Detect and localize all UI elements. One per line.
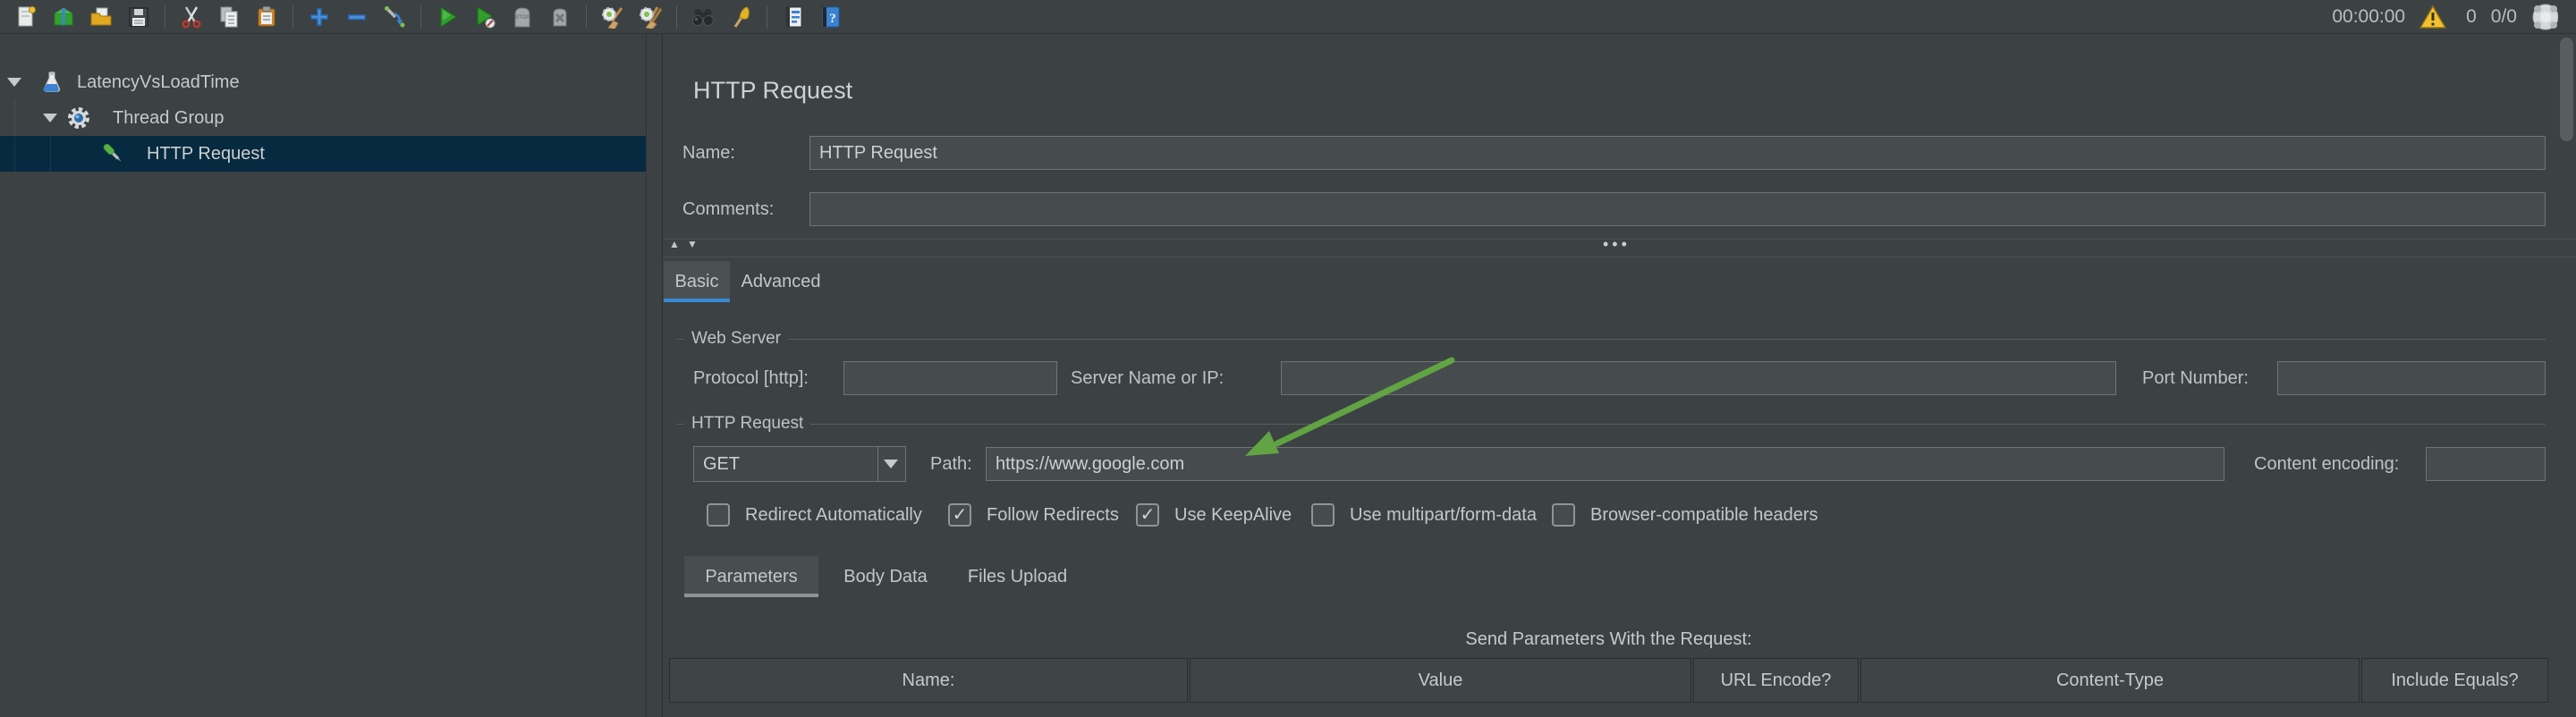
server-name-input[interactable] [1281,361,2116,395]
browser-headers-checkbox[interactable] [1552,503,1575,527]
tab-advanced[interactable]: Advanced [730,261,832,302]
vertical-scrollbar[interactable] [2560,38,2573,141]
redirect-automatically-checkbox[interactable] [707,503,730,527]
httprequest-legend: HTTP Request [684,414,810,434]
tab-body-data[interactable]: Body Data [827,556,944,597]
users-icon [2531,4,2558,30]
tree-item-thread-group[interactable]: Thread Group [0,100,646,136]
cut-icon[interactable] [178,4,205,30]
save-icon[interactable] [125,4,152,30]
page-title: HTTP Request [693,77,852,105]
jmeter-window: STOP ? 00:00:00 0 [0,0,2576,717]
tree-indent-guide [14,100,15,172]
column-header-url-encode[interactable]: URL Encode? [1693,658,1859,703]
protocol-label: Protocol [http]: [693,361,809,395]
remove-icon[interactable] [343,4,370,30]
comments-input[interactable] [809,192,2546,226]
search-reset-icon[interactable] [727,4,754,30]
redirect-automatically-label[interactable]: Redirect Automatically [745,503,922,527]
protocol-input[interactable] [843,361,1057,395]
svg-text:STOP: STOP [515,15,530,21]
toggle-icon[interactable] [381,4,408,30]
svg-text:?: ? [829,12,836,26]
tab-files-upload[interactable]: Files Upload [953,556,1082,597]
method-value: GET [703,454,740,474]
help-icon[interactable]: ? [818,4,844,30]
tree-indent-guide [50,136,51,172]
stop-icon[interactable]: STOP [509,4,536,30]
name-label: Name: [682,136,735,170]
test-plan-flask-icon [39,70,64,95]
content-encoding-input[interactable] [2426,447,2546,481]
tree-item-label[interactable]: Thread Group [113,100,225,136]
clear-icon[interactable] [599,4,626,30]
toolbar-separator [676,5,677,29]
method-select[interactable]: GET [693,446,906,482]
tab-basic-active-bar [664,299,730,302]
templates-icon[interactable] [50,4,77,30]
port-input[interactable] [2277,361,2546,395]
http-sampler-icon [100,141,125,166]
browser-headers-label[interactable]: Browser-compatible headers [1590,503,1818,527]
add-icon[interactable] [306,4,333,30]
webserver-legend: Web Server [684,329,788,349]
log-warning-count: 0 [2466,6,2477,28]
paste-icon[interactable] [253,4,280,30]
new-file-icon[interactable] [13,4,39,30]
tree-main-divider-line [662,34,663,717]
toolbar-separator [586,5,587,29]
use-keepalive-checkbox[interactable]: ✓ [1136,503,1159,527]
params-table-title: Send Parameters With the Request: [669,629,2548,650]
content-encoding-label: Content encoding: [2254,447,2399,481]
shutdown-icon[interactable] [547,4,573,30]
log-warning-icon[interactable] [2419,4,2446,30]
splitter-collapse-button[interactable]: ▲ [669,238,680,250]
comments-label: Comments: [682,192,774,226]
splitter-expand-button[interactable]: ▼ [687,238,698,250]
toolbar-separator [292,5,293,29]
expander-down-icon[interactable] [7,78,21,87]
clear-all-icon[interactable] [637,4,664,30]
tree-item-test-plan[interactable]: LatencyVsLoadTime [0,64,646,100]
tree-item-label[interactable]: LatencyVsLoadTime [77,64,240,100]
search-icon[interactable] [690,4,716,30]
follow-redirects-label[interactable]: Follow Redirects [987,503,1119,527]
webserver-fieldset-line [677,339,2546,340]
toolbar-separator [420,5,421,29]
elapsed-timer: 00:00:00 [2332,6,2405,28]
column-header-include-equals[interactable]: Include Equals? [2361,658,2548,703]
tree-item-http-request[interactable]: HTTP Request [0,136,646,172]
multipart-checkbox[interactable] [1311,503,1335,527]
httprequest-fieldset-line [677,424,2546,425]
function-helper-icon[interactable] [780,4,807,30]
column-header-name[interactable]: Name: [669,658,1188,703]
tree-item-label[interactable]: HTTP Request [147,136,265,172]
copy-icon[interactable] [216,4,242,30]
tab-parameters-active-bar [684,594,818,597]
thread-count: 0/0 [2491,6,2517,28]
column-header-content-type[interactable]: Content-Type [1860,658,2360,703]
follow-redirects-checkbox[interactable]: ✓ [948,503,971,527]
tree-main-divider[interactable] [646,34,647,717]
path-input[interactable]: https://www.google.com [986,447,2224,481]
column-header-value[interactable]: Value [1190,658,1691,703]
tab-parameters[interactable]: Parameters [684,556,818,597]
splitter-grip-icon[interactable]: ••• [1603,235,1631,254]
path-label: Path: [930,447,972,481]
toolbar-status: 00:00:00 0 0/0 [2318,4,2563,30]
chevron-down-icon[interactable] [884,460,898,468]
use-keepalive-label[interactable]: Use KeepAlive [1174,503,1292,527]
method-select-divider [877,447,878,481]
tab-basic[interactable]: Basic [664,261,730,302]
open-icon[interactable] [88,4,114,30]
toolbar: STOP ? 00:00:00 0 [0,0,2576,34]
server-name-label: Server Name or IP: [1071,361,1224,395]
expander-down-icon[interactable] [43,114,57,122]
start-no-pauses-icon[interactable] [471,4,498,30]
thread-group-gear-icon [66,105,91,131]
name-input[interactable]: HTTP Request [809,136,2546,170]
port-label: Port Number: [2142,361,2249,395]
multipart-label[interactable]: Use multipart/form-data [1350,503,1537,527]
start-icon[interactable] [434,4,461,30]
